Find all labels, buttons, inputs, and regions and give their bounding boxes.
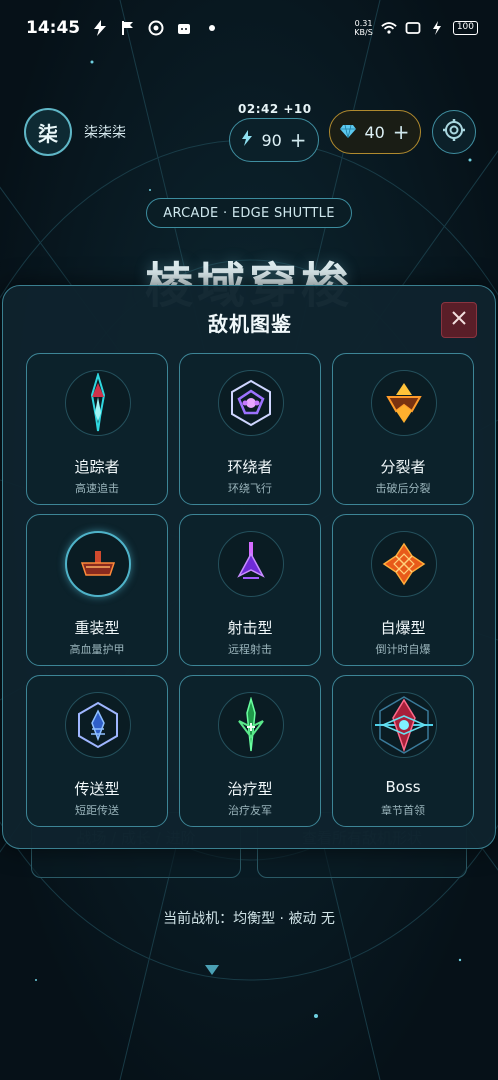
teleporter-icon <box>65 692 131 758</box>
splitter-icon <box>371 370 437 436</box>
username: 柒柒柒 <box>84 125 126 141</box>
enemy-desc: 远程射击 <box>228 643 272 656</box>
enemy-desc: 倒计时自爆 <box>375 643 431 656</box>
gem-counter[interactable]: 40 + <box>329 110 421 154</box>
enemy-card-healer[interactable]: 治疗型 治疗友军 <box>179 675 321 827</box>
enemy-card-heavy[interactable]: 重装型 高血量护甲 <box>26 514 168 666</box>
android-icon <box>176 20 192 36</box>
scroll-down-icon[interactable] <box>205 962 219 975</box>
enemy-card-splitter[interactable]: 分裂者 击破后分裂 <box>332 353 474 505</box>
enemy-name: 自爆型 <box>380 619 426 637</box>
enemy-card-boss[interactable]: Boss 章节首领 <box>332 675 474 827</box>
gear-icon <box>442 118 466 146</box>
wifi-icon <box>381 20 397 36</box>
network-speed: 0.31 KB/S <box>354 19 373 37</box>
tracker-icon <box>65 370 131 436</box>
orbiter-icon <box>218 370 284 436</box>
enemy-name: 分裂者 <box>380 458 426 476</box>
charging-icon <box>429 20 445 36</box>
enemy-desc: 短距传送 <box>75 804 119 817</box>
energy-counter[interactable]: 90 + <box>229 118 319 162</box>
status-time: 14:45 <box>26 18 81 38</box>
enemy-desc: 治疗友军 <box>228 804 272 817</box>
battery-indicator: 100 <box>452 21 478 35</box>
flag-icon <box>120 20 136 36</box>
gem-value: 40 <box>364 122 385 142</box>
enemy-desc: 环绕飞行 <box>228 482 272 495</box>
enemy-card-tracker[interactable]: 追踪者 高速追击 <box>26 353 168 505</box>
enemy-card-shooter[interactable]: 射击型 远程射击 <box>179 514 321 666</box>
screen-icon <box>405 20 421 36</box>
energy-value: 90 <box>261 130 282 150</box>
status-bar: 14:45 0.31 KB/S 100 <box>0 0 498 56</box>
network-speed-unit: KB/S <box>354 28 373 37</box>
modal-title: 敌机图鉴 <box>208 312 292 336</box>
enemy-name: Boss <box>385 778 421 796</box>
enemy-desc: 击破后分裂 <box>375 482 431 495</box>
enemy-name: 射击型 <box>227 619 273 637</box>
network-speed-value: 0.31 <box>354 19 373 28</box>
enemy-name: 治疗型 <box>227 780 273 798</box>
shooter-icon <box>218 531 284 597</box>
enemy-card-bomber[interactable]: 自爆型 倒计时自爆 <box>332 514 474 666</box>
enemy-desc: 章节首领 <box>381 804 425 817</box>
diamond-icon <box>340 123 357 142</box>
enemy-card-teleporter[interactable]: 传送型 短距传送 <box>26 675 168 827</box>
enemy-name: 重装型 <box>74 619 120 637</box>
current-ship-info: 当前战机：均衡型 · 被动 无 <box>163 911 335 927</box>
enemy-card-orbiter[interactable]: 环绕者 环绕飞行 <box>179 353 321 505</box>
enemy-grid: 追踪者 高速追击 环绕者 环绕飞行 分裂者 击破后分裂 重装型 高血量护甲 射击… <box>26 353 474 827</box>
enemy-codex-modal: 敌机图鉴 追踪者 高速追击 环绕者 环绕飞行 分裂者 击破后分裂 重装型 高血量… <box>2 285 496 849</box>
flash-icon <box>92 20 108 36</box>
enemy-name: 传送型 <box>74 780 120 798</box>
settings-button[interactable] <box>432 110 476 154</box>
avatar[interactable]: 柒 <box>24 108 72 156</box>
mode-badge: ARCADE · EDGE SHUTTLE <box>146 198 352 228</box>
close-icon <box>451 310 467 330</box>
energy-timer: 02:42 +10 <box>238 102 312 116</box>
enemy-name: 追踪者 <box>74 458 120 476</box>
heavy-icon <box>65 531 131 597</box>
boss-icon <box>371 692 437 758</box>
top-hud: 柒 柒柒柒 02:42 +10 90 + 40 + <box>0 102 498 162</box>
enemy-desc: 高速追击 <box>75 482 119 495</box>
app-circle-icon <box>148 20 164 36</box>
enemy-desc: 高血量护甲 <box>69 643 125 656</box>
dot-icon <box>204 20 220 36</box>
healer-icon <box>218 692 284 758</box>
bomber-icon <box>371 531 437 597</box>
close-button[interactable] <box>441 302 477 338</box>
add-energy-button[interactable]: + <box>290 128 307 152</box>
add-gems-button[interactable]: + <box>393 120 410 144</box>
enemy-name: 环绕者 <box>227 458 273 476</box>
lightning-icon <box>241 130 253 150</box>
